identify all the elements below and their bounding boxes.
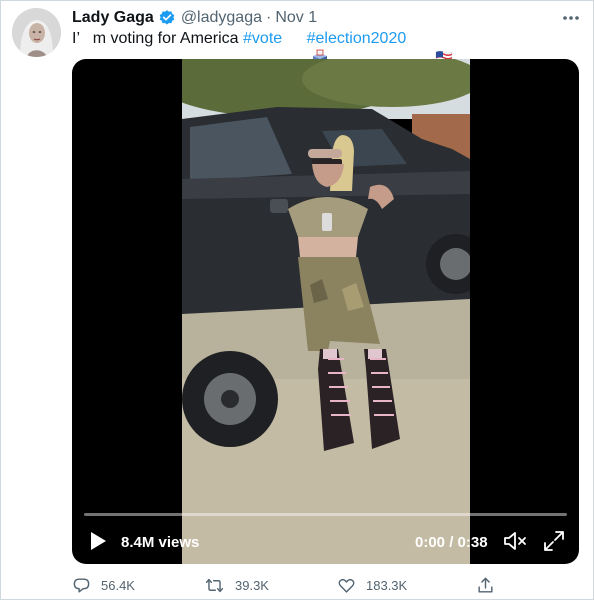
expand-icon (543, 530, 565, 557)
hashtag-vote[interactable]: #vote (243, 30, 282, 48)
tweet-header: Lady Gaga @ladygaga · Nov 1 (72, 7, 317, 29)
ballot-box-icon (284, 30, 327, 65)
retweet-count: 39.3K (235, 577, 269, 593)
mute-button[interactable] (503, 531, 527, 556)
video-frame (182, 59, 470, 564)
tweet-text: I’ m voting for America #vote #election2… (72, 28, 453, 65)
separator-dot: · (266, 9, 272, 26)
avatar[interactable] (12, 8, 61, 57)
fullscreen-button[interactable] (542, 530, 566, 557)
hashtag-election2020[interactable]: #election2020 (307, 30, 407, 48)
heart-icon (338, 578, 355, 593)
like-count: 183.3K (366, 577, 408, 593)
tweet-card: Lady Gaga @ladygaga · Nov 1 I’ m voting … (0, 0, 594, 600)
mute-icon (503, 531, 527, 556)
share-icon (478, 577, 493, 593)
tweet-date[interactable]: Nov 1 (275, 9, 317, 27)
video-progress-bar[interactable] (84, 513, 567, 516)
retweet-icon (205, 578, 224, 592)
verified-badge-icon (158, 9, 176, 27)
tweet-text-body: I’ m voting for America (72, 30, 244, 47)
video-player[interactable]: 8.4M views 0:00 / 0:38 (72, 59, 579, 564)
more-icon (562, 8, 580, 26)
author-handle[interactable]: @ladygaga (181, 9, 262, 27)
tweet-actions: 56.4K 39.3K 183.3K (72, 574, 512, 596)
share-button[interactable] (476, 574, 505, 596)
play-icon (89, 531, 107, 556)
reply-icon (73, 577, 90, 593)
us-flag-icon (408, 30, 453, 64)
reply-count: 56.4K (101, 577, 135, 593)
like-button[interactable]: 183.3K (337, 574, 407, 596)
video-timestamp: 0:00 / 0:38 (415, 534, 488, 551)
video-view-count: 8.4M views (121, 534, 200, 551)
reply-button[interactable]: 56.4K (72, 574, 135, 596)
play-button[interactable] (86, 531, 110, 555)
author-name[interactable]: Lady Gaga (72, 9, 154, 27)
more-button[interactable] (559, 7, 583, 27)
retweet-button[interactable]: 39.3K (204, 574, 269, 596)
